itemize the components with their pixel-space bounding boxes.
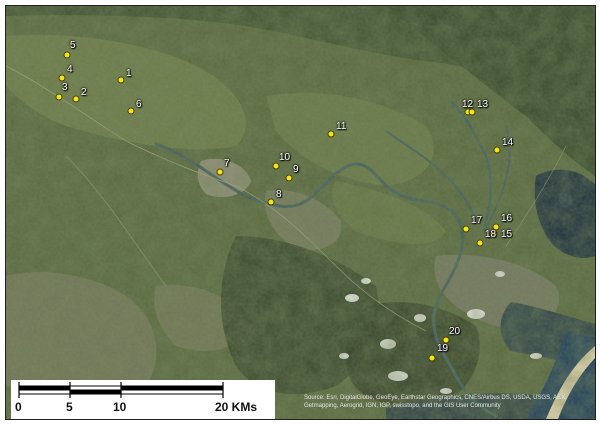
site-label-6: 6 xyxy=(136,99,142,110)
site-marker-4[interactable] xyxy=(58,74,66,82)
site-marker-3[interactable] xyxy=(55,93,63,101)
site-marker-13[interactable] xyxy=(468,108,476,116)
site-label-4: 4 xyxy=(67,64,73,75)
site-label-17: 17 xyxy=(471,215,483,226)
scale-label-20-kms: 20 KMs xyxy=(215,400,258,414)
site-marker-1[interactable] xyxy=(117,76,125,84)
site-label-9: 9 xyxy=(293,164,299,175)
site-marker-10[interactable] xyxy=(272,162,280,170)
site-label-3: 3 xyxy=(62,82,68,93)
scale-bar: 0 5 10 20 KMs xyxy=(11,380,275,419)
scale-label-5: 5 xyxy=(66,400,73,414)
site-label-13: 13 xyxy=(477,99,489,110)
site-marker-20[interactable] xyxy=(442,336,450,344)
site-label-14: 14 xyxy=(502,137,514,148)
site-label-5: 5 xyxy=(70,40,76,51)
site-marker-6[interactable] xyxy=(127,107,135,115)
scale-label-10: 10 xyxy=(113,400,127,414)
site-label-7: 7 xyxy=(224,158,230,169)
site-marker-7[interactable] xyxy=(216,168,224,176)
site-label-20: 20 xyxy=(449,326,461,337)
site-label-11: 11 xyxy=(336,121,347,132)
site-marker-19[interactable] xyxy=(428,354,436,362)
site-label-16: 16 xyxy=(501,213,513,224)
site-marker-17[interactable] xyxy=(462,225,470,233)
site-label-1: 1 xyxy=(126,68,132,79)
site-marker-11[interactable] xyxy=(327,130,335,138)
scale-bar-graphic xyxy=(18,382,224,398)
site-marker-9[interactable] xyxy=(285,174,293,182)
site-marker-5[interactable] xyxy=(63,51,71,59)
site-label-10: 10 xyxy=(279,152,291,163)
site-marker-14[interactable] xyxy=(493,146,501,154)
map-credits: Source: Esri, DigitalGlobe, GeoEye, Eart… xyxy=(304,395,567,409)
site-label-19: 19 xyxy=(437,343,449,354)
site-label-8: 8 xyxy=(276,189,282,200)
site-marker-18[interactable] xyxy=(476,239,484,247)
site-marker-8[interactable] xyxy=(267,198,275,206)
site-marker-2[interactable] xyxy=(72,95,80,103)
scale-label-0: 0 xyxy=(15,400,22,414)
site-label-2: 2 xyxy=(81,87,87,98)
map-frame: 1 2 3 4 5 6 7 8 9 10 11 12 13 14 15 16 17 18 19 20 Source: … xyxy=(5,5,596,420)
site-label-18: 18 xyxy=(485,229,497,240)
site-label-15: 15 xyxy=(501,229,513,240)
